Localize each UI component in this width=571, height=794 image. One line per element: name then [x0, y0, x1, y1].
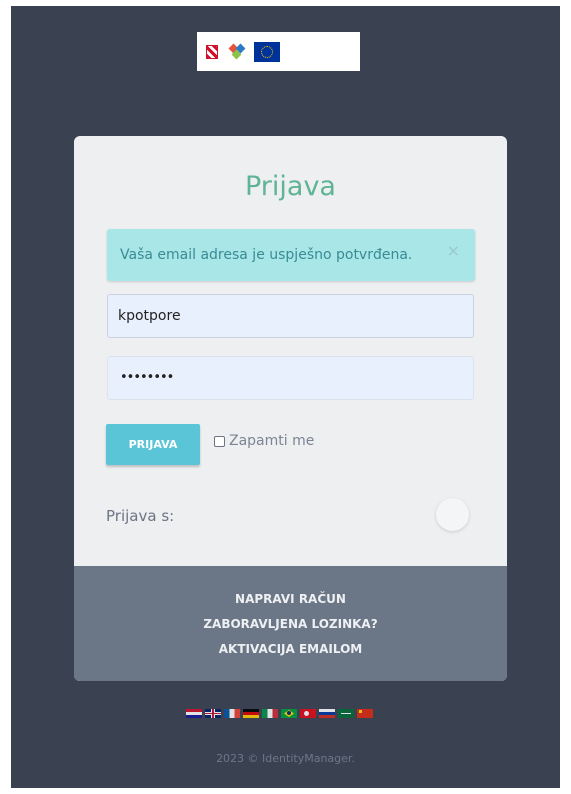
flag-sa-icon[interactable] [338, 709, 354, 718]
card-footer: NAPRAVI RAČUN ZABORAVLJENA LOZINKA? AKTI… [74, 566, 507, 681]
username-input[interactable] [107, 294, 474, 338]
email-activation-link[interactable]: AKTIVACIJA EMAILOM [74, 642, 507, 656]
funding-logo-banner [197, 32, 360, 71]
croatia-coat-of-arms-icon [201, 37, 223, 67]
program-mark-icon [228, 43, 246, 60]
language-flags [186, 709, 373, 718]
login-card: Prijava Vaša email adresa je uspješno po… [74, 136, 507, 681]
success-alert: Vaša email adresa je uspješno potvrđena.… [107, 229, 475, 281]
password-input[interactable] [107, 356, 474, 400]
flag-it-icon[interactable] [262, 709, 278, 718]
create-account-link[interactable]: NAPRAVI RAČUN [74, 592, 507, 606]
flag-hr-icon[interactable] [186, 709, 202, 718]
flag-cn-icon[interactable] [357, 709, 373, 718]
flag-tr-icon[interactable] [300, 709, 316, 718]
program-logo [228, 43, 248, 60]
eu-flag-icon [254, 41, 280, 62]
forgot-password-link[interactable]: ZABORAVLJENA LOZINKA? [74, 617, 507, 631]
login-button[interactable]: PRIJAVA [106, 424, 200, 465]
page-title: Prijava [245, 171, 336, 202]
flag-gb-icon[interactable] [205, 709, 221, 718]
copyright-text: 2023 © IdentityManager. [216, 752, 355, 765]
flag-fr-icon[interactable] [224, 709, 240, 718]
social-login-button[interactable] [436, 498, 469, 531]
flag-ru-icon[interactable] [319, 709, 335, 718]
flag-br-icon[interactable] [281, 709, 297, 718]
remember-me-checkbox[interactable] [214, 435, 225, 447]
alert-message: Vaša email adresa je uspješno potvrđena. [120, 247, 413, 263]
remember-me-label: Zapamti me [229, 433, 315, 449]
remember-me[interactable]: Zapamti me [214, 433, 314, 449]
close-icon[interactable]: × [447, 241, 460, 260]
flag-de-icon[interactable] [243, 709, 259, 718]
social-login-label: Prijava s: [106, 507, 175, 525]
